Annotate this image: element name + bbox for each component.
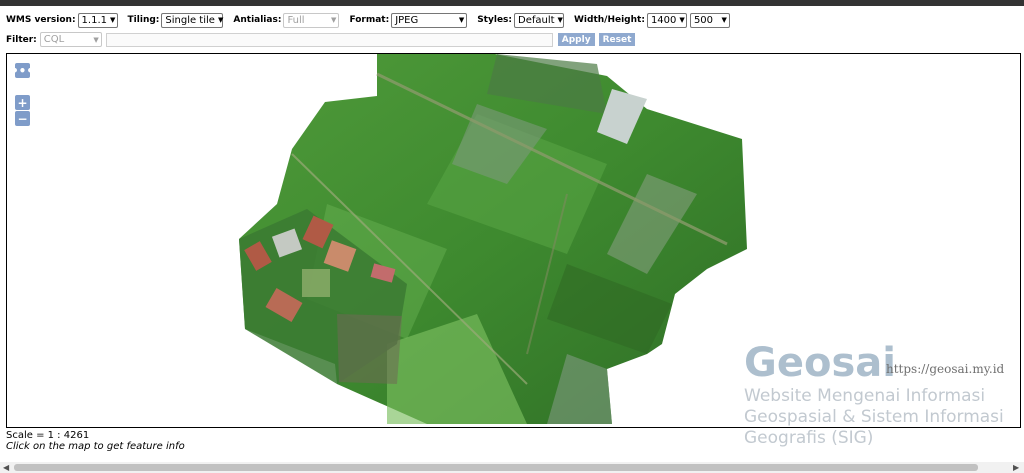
tiling-label: Tiling:	[127, 15, 160, 25]
reset-button[interactable]: Reset	[598, 33, 636, 46]
map-status: Scale = 1 : 4261 Click on the map to get…	[6, 430, 185, 452]
format-select[interactable]: JPEG ▼	[391, 12, 468, 28]
chevron-down-icon: ▼	[557, 16, 563, 24]
scale-readout: Scale = 1 : 4261	[6, 430, 90, 441]
apply-button[interactable]: Apply	[557, 33, 595, 46]
filter-bar: Filter: CQL ▼ Apply Reset	[6, 32, 639, 47]
wms-version-label: WMS version:	[6, 15, 76, 25]
feature-info-hint: Click on the map to get feature info	[6, 441, 185, 452]
chevron-down-icon: ▼	[110, 16, 116, 24]
chevron-down-icon: ▼	[721, 16, 727, 24]
width-select[interactable]: 1400 ▼	[646, 12, 687, 28]
format-label: Format:	[349, 15, 390, 25]
filter-expression-input[interactable]	[105, 32, 553, 47]
scroll-right-icon[interactable]: ▶	[1013, 463, 1019, 472]
chevron-down-icon: ▼	[458, 16, 465, 24]
zoom-out-button[interactable]: −	[15, 111, 30, 126]
chevron-down-icon: ▼	[93, 35, 99, 44]
dark-field	[337, 314, 402, 384]
window-top-bar	[0, 0, 1024, 6]
tiling-select[interactable]: Single tile ▼	[161, 12, 224, 28]
chevron-down-icon: ▼	[217, 16, 224, 24]
filter-type-select[interactable]: CQL ▼	[39, 32, 102, 47]
wms-version-select[interactable]: 1.1.1 ▼	[77, 12, 118, 28]
scrollbar-thumb[interactable]	[14, 464, 978, 471]
width-height-label: Width/Height:	[574, 15, 645, 25]
geosai-watermark: Geosai https://geosai.my.id Website Meng…	[744, 340, 1024, 449]
pan-toggle-button[interactable]: •••	[11, 63, 34, 78]
chevron-down-icon: ▼	[331, 16, 337, 24]
filter-label: Filter:	[6, 34, 37, 45]
wms-toolbar: WMS version: 1.1.1 ▼ Tiling: Single tile ▼…	[6, 11, 740, 29]
watermark-url: https://geosai.my.id	[886, 362, 1005, 376]
styles-select[interactable]: Default ▼	[514, 12, 564, 28]
watermark-subtitle: Website Mengenai Informasi Geospasial & …	[744, 386, 1004, 448]
open-yard	[302, 269, 330, 297]
antialias-label: Antialias:	[233, 15, 282, 25]
scroll-left-icon[interactable]: ◀	[3, 463, 9, 472]
zoom-in-button[interactable]: +	[15, 95, 30, 110]
styles-label: Styles:	[477, 15, 512, 25]
chevron-down-icon: ▼	[679, 16, 685, 24]
horizontal-scrollbar[interactable]: ◀ ▶	[0, 462, 1024, 473]
antialias-select[interactable]: Full ▼	[283, 12, 340, 28]
height-select[interactable]: 500 ▼	[689, 12, 730, 28]
